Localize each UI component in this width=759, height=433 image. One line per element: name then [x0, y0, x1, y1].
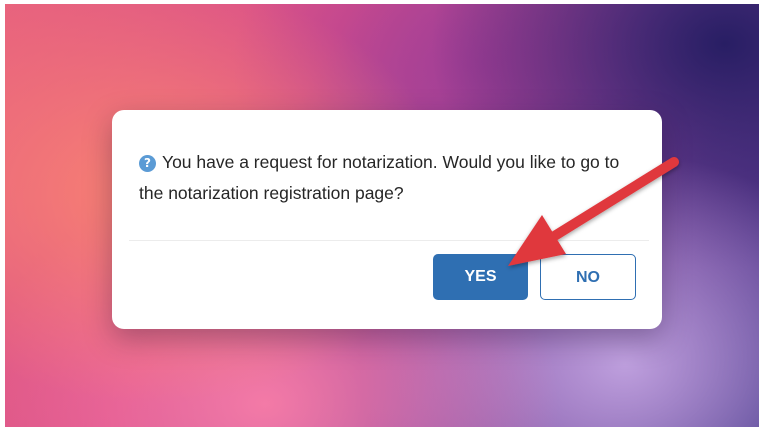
background-wallpaper: ? You have a request for notarization. Wo… — [5, 4, 759, 427]
question-circle-icon: ? — [139, 155, 156, 172]
dialog-divider — [129, 240, 649, 241]
no-button[interactable]: NO — [540, 254, 636, 300]
dialog-message: You have a request for notarization. Wou… — [139, 152, 620, 203]
yes-button[interactable]: YES — [433, 254, 528, 300]
confirm-dialog: ? You have a request for notarization. Wo… — [112, 110, 662, 329]
dialog-message-row: ? You have a request for notarization. Wo… — [139, 147, 629, 209]
